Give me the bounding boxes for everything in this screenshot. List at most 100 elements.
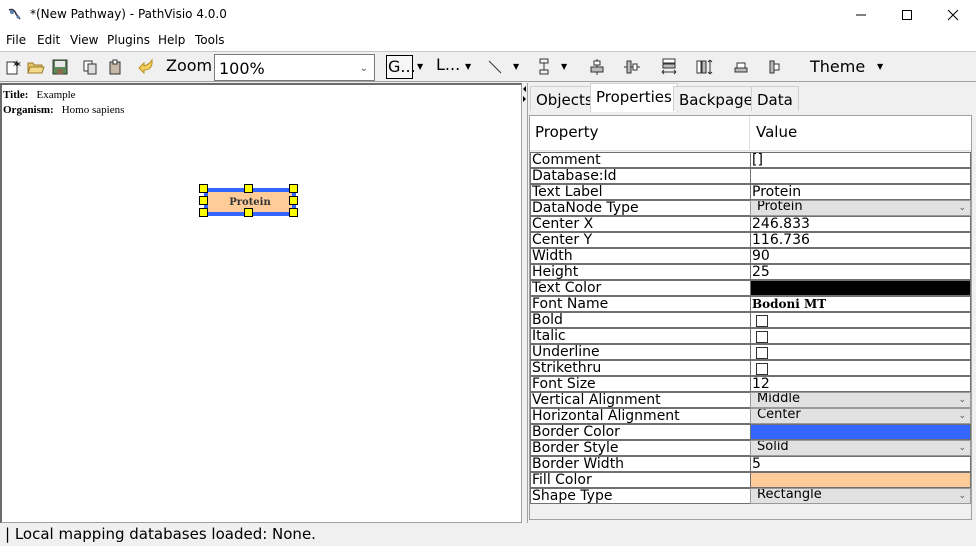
property-value-dropdown[interactable]: Center ⌄ [750,408,971,424]
checkbox[interactable] [756,315,768,327]
property-name: Font Name [530,296,750,312]
tab-data[interactable]: Data [751,86,799,111]
stack-horizontal-icon[interactable] [696,58,714,76]
table-row: Shape Type Rectangle ⌄ [530,488,971,504]
save-icon[interactable] [51,58,69,76]
table-row: Bold [530,312,971,328]
property-value-dropdown[interactable]: Protein ⌄ [750,200,971,216]
zoom-select[interactable]: 100% ⌄ [214,54,375,81]
table-row: Border Width 5 [530,456,971,472]
resize-handle-w[interactable] [199,196,208,205]
header-property[interactable]: Property [535,123,598,141]
zoom-label: Zoom: [166,56,218,75]
undo-icon[interactable] [137,58,155,76]
straight-line-icon[interactable] [486,58,504,76]
menu-tools[interactable]: Tools [195,33,225,47]
table-row: Fill Color [530,472,971,488]
column-divider[interactable] [749,116,750,151]
property-value[interactable]: 116.736 [750,232,971,248]
menu-help[interactable]: Help [158,33,185,47]
chevron-down-icon: ⌄ [958,411,966,421]
line-dropdown-arrow-icon[interactable]: ▼ [465,62,471,71]
property-value-checkbox-cell[interactable] [750,360,971,376]
menu-view[interactable]: View [70,33,98,47]
resize-handle-ne[interactable] [289,184,298,193]
property-value[interactable]: 90 [750,248,971,264]
resize-handle-s[interactable] [244,208,253,217]
tab-properties[interactable]: Properties [590,83,678,112]
menu-plugins[interactable]: Plugins [107,33,150,47]
close-button[interactable] [930,0,976,30]
minimize-button[interactable] [838,0,884,30]
property-value-dropdown[interactable]: Rectangle ⌄ [750,488,971,504]
property-name: Border Color [530,424,750,440]
table-row: Italic [530,328,971,344]
theme-dropdown-arrow-icon[interactable]: ▼ [877,62,883,71]
property-value[interactable]: 5 [750,456,971,472]
table-row: Text Color [530,280,971,296]
menu-edit[interactable]: Edit [37,33,60,47]
theme-button[interactable]: Theme [810,57,865,76]
line-type-dropdown-arrow-icon[interactable]: ▼ [513,62,519,71]
line-button[interactable]: L... [436,55,460,74]
property-value-color-swatch[interactable] [750,424,971,440]
paste-icon[interactable] [106,58,124,76]
table-row: Height 25 [530,264,971,280]
group-button[interactable]: G... [386,55,416,79]
table-row: Vertical Alignment Middle ⌄ [530,392,971,408]
open-folder-icon[interactable] [27,58,45,76]
property-name: Underline [530,344,750,360]
property-value-checkbox-cell[interactable] [750,312,971,328]
property-value[interactable]: Protein [750,184,971,200]
property-value-font[interactable]: Bodoni MT [750,296,971,312]
property-value[interactable]: 12 [750,376,971,392]
property-name: Center Y [530,232,750,248]
property-value[interactable]: 25 [750,264,971,280]
title-bar: *(New Pathway) - PathVisio 4.0.0 [0,0,976,31]
table-row: Strikethru [530,360,971,376]
shape-icon[interactable] [535,58,553,76]
table-row: Comment[] [530,152,971,168]
property-value[interactable] [750,168,971,184]
dropdown-value: Middle [757,392,800,406]
property-value[interactable]: [] [750,152,971,168]
group-dropdown-arrow-icon[interactable]: ▼ [417,62,423,71]
tab-backpage[interactable]: Backpage [673,86,759,111]
menu-file[interactable]: File [6,33,26,47]
checkbox[interactable] [756,347,768,359]
property-name: Text Label [530,184,750,200]
pathway-title-info: Title: Example [3,89,76,101]
resize-handle-sw[interactable] [199,208,208,217]
resize-handle-e[interactable] [289,196,298,205]
align-center-horizontal-icon[interactable] [588,58,606,76]
align-top-icon[interactable] [732,58,750,76]
property-value-dropdown[interactable]: Solid ⌄ [750,440,971,456]
property-value-color-swatch[interactable] [750,280,971,296]
property-value-checkbox-cell[interactable] [750,344,971,360]
resize-handle-nw[interactable] [199,184,208,193]
property-name: Strikethru [530,360,750,376]
checkbox[interactable] [756,331,768,343]
dropdown-value: Solid [757,440,789,454]
properties-table: Property Value Comment[] Database:Id Text … [529,115,972,520]
property-value-dropdown[interactable]: Middle ⌄ [750,392,971,408]
table-row: Database:Id [530,168,971,184]
align-center-vertical-icon[interactable] [623,58,641,76]
align-left-icon[interactable] [766,58,784,76]
pathway-canvas[interactable]: Title: Example Organism: Homo sapiens Prot… [0,83,522,523]
shape-dropdown-arrow-icon[interactable]: ▼ [561,62,567,71]
new-file-icon[interactable] [4,58,22,76]
resize-handle-n[interactable] [244,184,253,193]
copy-icon[interactable] [81,58,99,76]
stack-vertical-icon[interactable] [660,58,678,76]
checkbox[interactable] [756,363,768,375]
minimize-icon [856,14,866,16]
table-row: Center Y 116.736 [530,232,971,248]
resize-handle-se[interactable] [289,208,298,217]
header-value[interactable]: Value [756,123,797,141]
maximize-button[interactable] [884,0,930,30]
tab-objects[interactable]: Objects [530,86,599,111]
property-value-checkbox-cell[interactable] [750,328,971,344]
property-value[interactable]: 246.833 [750,216,971,232]
property-value-color-swatch[interactable] [750,472,971,488]
